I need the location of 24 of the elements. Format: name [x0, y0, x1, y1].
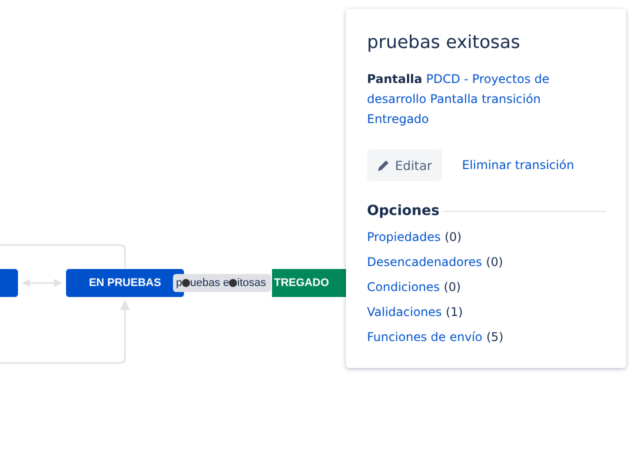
- option-count: (0): [444, 230, 462, 244]
- double-arrow: [22, 279, 62, 287]
- label-text: uebas e: [190, 277, 230, 289]
- label-text: p: [176, 277, 182, 289]
- option-link[interactable]: Propiedades: [367, 230, 441, 244]
- status-node[interactable]: TREGADO: [272, 269, 346, 297]
- option-count: (0): [444, 280, 461, 294]
- panel-title: pruebas exitosas: [367, 31, 522, 55]
- handle-dot[interactable]: [229, 279, 238, 287]
- option-link[interactable]: Condiciones: [367, 280, 440, 294]
- option-count: (1): [446, 305, 463, 319]
- option-count: (5): [486, 330, 504, 344]
- pencil-icon: [377, 158, 390, 172]
- section-heading: Opciones: [367, 203, 440, 219]
- option-count: (0): [486, 255, 504, 269]
- label-text: itosas: [237, 277, 266, 289]
- option-link[interactable]: Desencadenadores: [367, 255, 482, 269]
- delete-link[interactable]: Eliminar transición: [462, 158, 574, 172]
- handle-dot[interactable]: [182, 279, 190, 287]
- option-link[interactable]: Funciones de envío: [367, 330, 482, 344]
- edit-button[interactable]: Editar: [367, 149, 442, 181]
- screen-description: Pantalla PDCD - Proyectos de desarrollo Pantalla transición Entregado: [367, 71, 550, 128]
- option-link[interactable]: Validaciones: [367, 305, 442, 319]
- transition-label[interactable]: p uebas e itosas: [173, 274, 271, 292]
